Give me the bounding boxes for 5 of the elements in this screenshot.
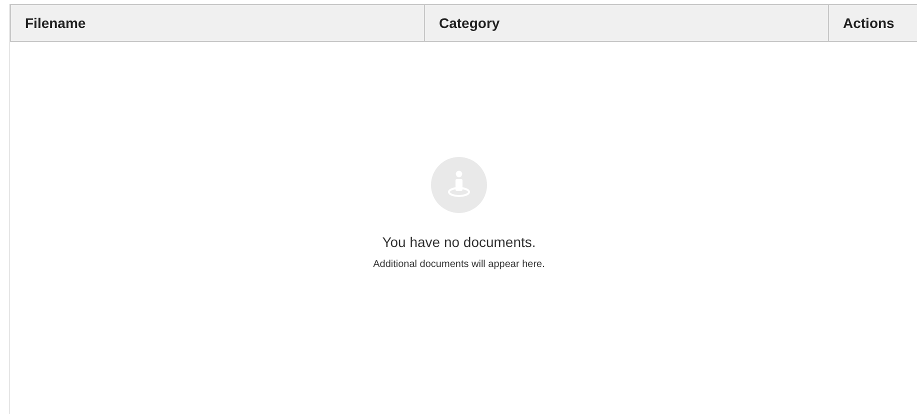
column-header: Actions: [843, 14, 894, 32]
column-header: Filename: [25, 14, 86, 32]
column-header: Category: [439, 14, 500, 33]
empty-message: Additional documents will appear here.: [373, 258, 545, 272]
empty-title: You have no documents.: [382, 233, 536, 252]
